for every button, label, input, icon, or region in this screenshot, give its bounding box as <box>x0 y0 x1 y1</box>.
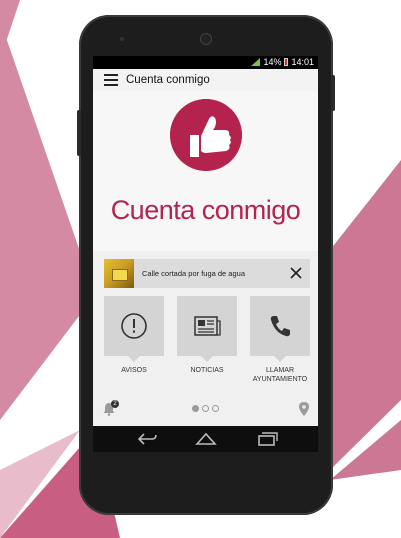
front-camera <box>200 33 212 45</box>
app-bar: Cuenta conmigo <box>93 69 318 91</box>
battery-icon <box>284 58 289 66</box>
hero: Cuenta conmigo <box>93 91 318 251</box>
signal-icon <box>251 58 261 66</box>
page-indicator <box>192 405 219 412</box>
page-dot[interactable] <box>192 405 199 412</box>
page-dot[interactable] <box>202 405 209 412</box>
tile-pointer <box>128 356 140 362</box>
app-title: Cuenta conmigo <box>126 74 210 86</box>
notification-card[interactable]: Calle cortada por fuga de agua <box>104 259 310 288</box>
location-pin-icon[interactable] <box>299 402 309 416</box>
screen: 14% 14:01 Cuenta conmigo Cuenta conmigo … <box>93 56 318 426</box>
notification-text: Calle cortada por fuga de agua <box>142 269 245 278</box>
hero-title: Cuenta conmigo <box>110 195 301 225</box>
hamburger-menu-icon[interactable] <box>104 74 118 86</box>
tile-pointer <box>201 356 213 362</box>
system-nav-bar <box>93 426 318 452</box>
status-bar: 14% 14:01 <box>93 56 318 69</box>
tile-label-noticias: NOTICIAS <box>190 367 224 374</box>
newspaper-icon <box>194 316 221 336</box>
thumbs-up-icon <box>170 99 242 171</box>
alert-circle-icon <box>121 313 147 339</box>
recents-icon[interactable] <box>255 431 279 447</box>
tiles-grid: AVISOS NOTICIAS LLAMAR AYUNTAMIENTO <box>104 296 310 386</box>
power-button <box>331 75 335 111</box>
volume-button <box>77 110 81 156</box>
proximity-sensor <box>120 37 124 41</box>
home-icon[interactable] <box>194 431 218 447</box>
close-icon[interactable] <box>288 265 304 281</box>
tile-avisos[interactable] <box>104 296 164 362</box>
tile-llamar[interactable] <box>250 296 310 362</box>
phone-icon <box>270 316 290 337</box>
tile-label-llamar: LLAMAR AYUNTAMIENTO <box>252 367 308 383</box>
battery-percent: 14% <box>263 57 282 67</box>
clock: 14:01 <box>291 57 314 67</box>
roadblock-thumbnail <box>104 259 134 288</box>
tile-noticias[interactable] <box>177 296 237 362</box>
back-icon[interactable] <box>135 431 159 447</box>
tile-pointer <box>274 356 286 362</box>
tile-label-avisos: AVISOS <box>121 367 147 374</box>
notification-badge: 2 <box>111 400 119 408</box>
page-dot[interactable] <box>212 405 219 412</box>
